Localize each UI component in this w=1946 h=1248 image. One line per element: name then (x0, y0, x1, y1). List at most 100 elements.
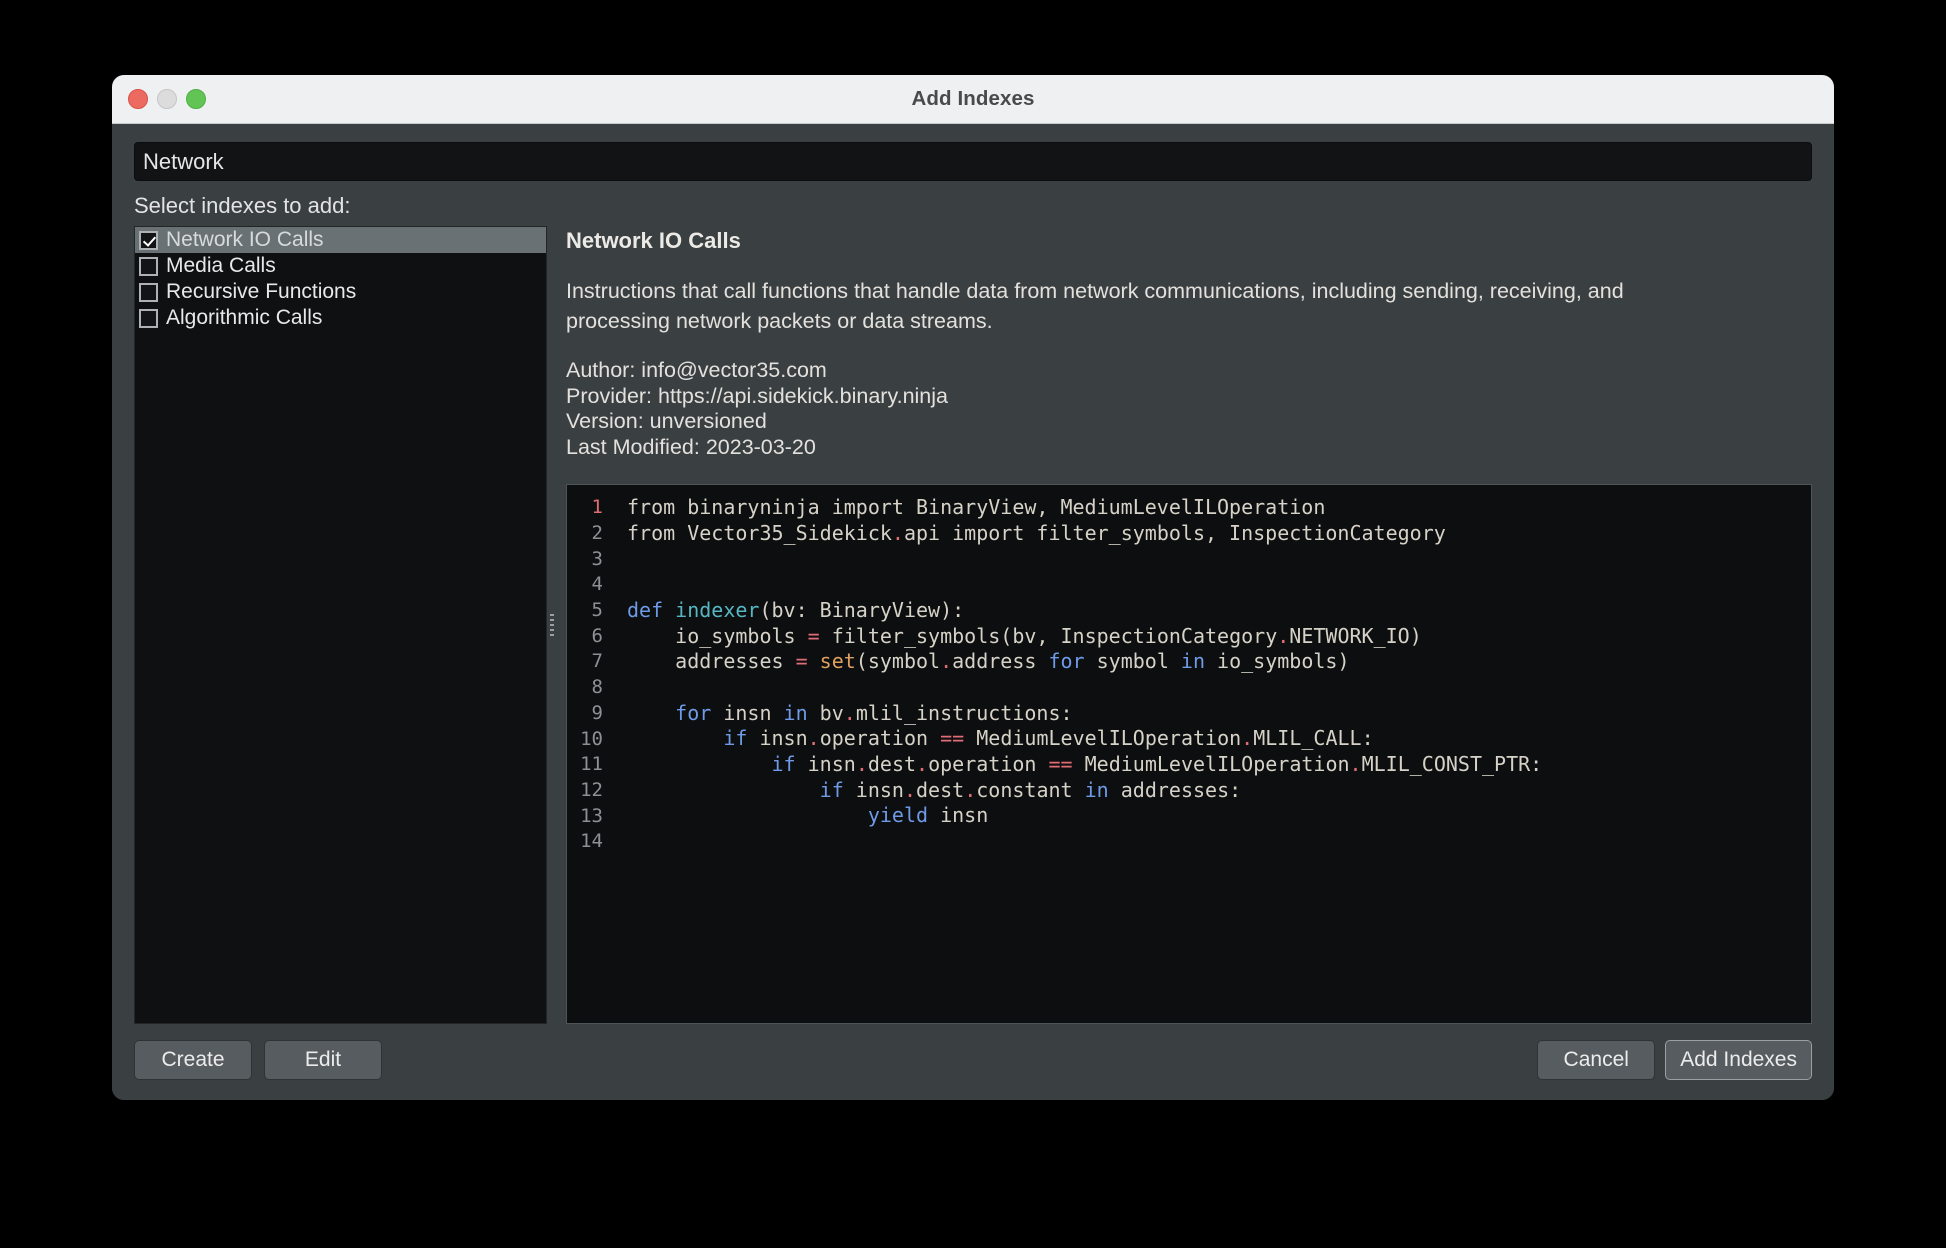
code-token: in (784, 701, 808, 725)
line-number: 11 (567, 752, 603, 778)
code-gutter: 1234567891011121314 (567, 485, 611, 1023)
line-number: 3 (567, 547, 603, 573)
zoom-button[interactable] (186, 89, 206, 109)
close-button[interactable] (128, 89, 148, 109)
code-token: insn (796, 752, 856, 776)
code-token (627, 701, 675, 725)
code-token: . (808, 726, 820, 750)
code-token: NETWORK_IO) (1289, 624, 1421, 648)
add-indexes-dialog: Add Indexes Select indexes to add: Netwo… (112, 75, 1834, 1100)
code-token: api import filter_symbols, InspectionCat… (904, 521, 1446, 545)
dialog-body: Select indexes to add: Network IO CallsM… (112, 124, 1834, 1100)
code-token: (symbol (856, 649, 940, 673)
add-indexes-button[interactable]: Add Indexes (1665, 1040, 1812, 1080)
code-token: address (952, 649, 1048, 673)
filter-input[interactable] (134, 142, 1812, 181)
line-number: 5 (567, 598, 603, 624)
code-token: . (940, 649, 952, 673)
code-token: . (964, 778, 976, 802)
code-token: symbol (1085, 649, 1181, 673)
footer-right-actions: Cancel Add Indexes (1537, 1040, 1812, 1080)
detail-description: Instructions that call functions that ha… (566, 276, 1686, 336)
window-controls (128, 75, 206, 123)
code-token: MLIL_CONST_PTR: (1362, 752, 1543, 776)
dialog-footer: Create Edit Cancel Add Indexes (134, 1040, 1812, 1080)
line-number: 7 (567, 649, 603, 675)
create-button[interactable]: Create (134, 1040, 252, 1080)
code-token: indexer (675, 598, 759, 622)
code-token (627, 803, 868, 827)
list-item[interactable]: Network IO Calls (135, 227, 546, 253)
code-token: set (820, 649, 856, 673)
minimize-button[interactable] (157, 89, 177, 109)
list-item-label: Network IO Calls (166, 228, 324, 252)
code-token: from Vector35_Sidekick (627, 521, 892, 545)
code-editor[interactable]: 1234567891011121314 from binaryninja imp… (566, 484, 1812, 1024)
code-token: operation (928, 752, 1048, 776)
code-token (808, 649, 820, 673)
cancel-button[interactable]: Cancel (1537, 1040, 1655, 1080)
code-token: addresses: (1109, 778, 1241, 802)
code-token: insn (747, 726, 807, 750)
code-token: (bv: BinaryView): (759, 598, 964, 622)
code-line: yield insn (627, 803, 1811, 829)
code-token: io_symbols) (1205, 649, 1350, 673)
code-token: . (1277, 624, 1289, 648)
index-list[interactable]: Network IO CallsMedia CallsRecursive Fun… (134, 226, 547, 1024)
code-token (627, 726, 723, 750)
code-token: . (916, 752, 928, 776)
list-item[interactable]: Recursive Functions (135, 279, 546, 305)
code-line: def indexer(bv: BinaryView): (627, 598, 1811, 624)
panes-container: Network IO CallsMedia CallsRecursive Fun… (134, 226, 1812, 1024)
detail-pane: Network IO Calls Instructions that call … (558, 226, 1812, 1024)
code-token: bv (808, 701, 844, 725)
code-token: mlil_instructions: (856, 701, 1073, 725)
code-token: if (723, 726, 747, 750)
code-token: . (904, 778, 916, 802)
code-token: . (892, 521, 904, 545)
detail-title: Network IO Calls (566, 228, 1812, 254)
list-item-label: Media Calls (166, 254, 276, 278)
code-line: addresses = set(symbol.address for symbo… (627, 649, 1811, 675)
code-line: if insn.operation == MediumLevelILOperat… (627, 726, 1811, 752)
list-item-label: Recursive Functions (166, 280, 356, 304)
line-number: 8 (567, 675, 603, 701)
edit-button[interactable]: Edit (264, 1040, 382, 1080)
list-item[interactable]: Media Calls (135, 253, 546, 279)
checkbox-unchecked-icon[interactable] (139, 257, 158, 276)
code-token: dest (868, 752, 916, 776)
pane-splitter[interactable] (547, 226, 558, 1024)
select-indexes-label: Select indexes to add: (134, 194, 1812, 218)
code-line (627, 675, 1811, 701)
code-line: io_symbols = filter_symbols(bv, Inspecti… (627, 624, 1811, 650)
code-token: for (675, 701, 711, 725)
code-token: addresses (627, 649, 796, 673)
code-token: yield (868, 803, 928, 827)
line-number: 9 (567, 701, 603, 727)
splitter-grip-icon (549, 608, 555, 642)
list-item-label: Algorithmic Calls (166, 306, 322, 330)
window-titlebar: Add Indexes (112, 75, 1834, 124)
code-token (627, 752, 772, 776)
detail-metadata-line: Version: unversioned (566, 409, 1812, 435)
checkbox-checked-icon[interactable] (139, 231, 158, 250)
code-token: operation (820, 726, 940, 750)
code-token: if (820, 778, 844, 802)
line-number: 2 (567, 521, 603, 547)
code-token: in (1181, 649, 1205, 673)
code-line (627, 829, 1811, 855)
code-token: == (1049, 752, 1073, 776)
code-content[interactable]: from binaryninja import BinaryView, Medi… (611, 485, 1811, 1023)
code-line: from binaryninja import BinaryView, Medi… (627, 495, 1811, 521)
code-line (627, 572, 1811, 598)
code-line (627, 547, 1811, 573)
list-item[interactable]: Algorithmic Calls (135, 305, 546, 331)
code-token: insn (928, 803, 988, 827)
line-number: 4 (567, 572, 603, 598)
code-token: . (1350, 752, 1362, 776)
code-token: constant (976, 778, 1084, 802)
checkbox-unchecked-icon[interactable] (139, 309, 158, 328)
code-line: from Vector35_Sidekick.api import filter… (627, 521, 1811, 547)
checkbox-unchecked-icon[interactable] (139, 283, 158, 302)
code-token: from binaryninja import BinaryView, Medi… (627, 495, 1325, 519)
